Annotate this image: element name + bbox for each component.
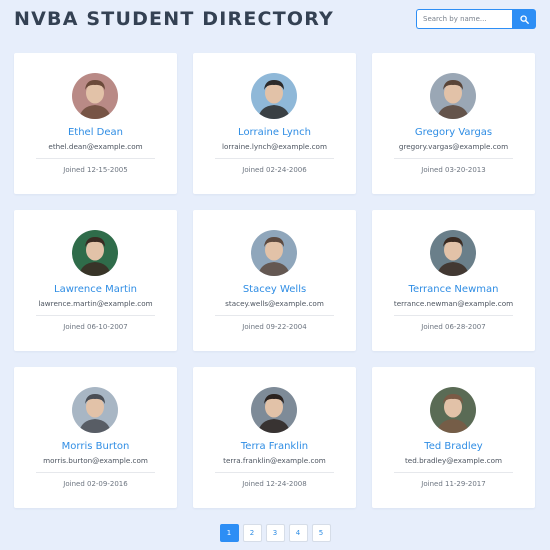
page-button-1[interactable]: 1 bbox=[219, 524, 239, 542]
student-card[interactable]: Morris Burton morris.burton@example.com Jo… bbox=[14, 367, 177, 508]
search-button[interactable] bbox=[512, 9, 536, 29]
divider bbox=[36, 158, 155, 159]
divider bbox=[394, 315, 513, 316]
student-joined-date: Joined 09-22-2004 bbox=[242, 323, 307, 331]
student-email: lorraine.lynch@example.com bbox=[222, 142, 327, 151]
student-grid: Ethel Dean ethel.dean@example.com Joined 1… bbox=[14, 53, 536, 508]
student-email: ethel.dean@example.com bbox=[48, 142, 143, 151]
student-joined-date: Joined 12-24-2008 bbox=[242, 480, 307, 488]
student-email: morris.burton@example.com bbox=[43, 456, 148, 465]
student-card[interactable]: Stacey Wells stacey.wells@example.com Join… bbox=[193, 210, 356, 351]
pagination: 12345 bbox=[0, 524, 550, 542]
student-card[interactable]: Terrance Newman terrance.newman@example.c… bbox=[372, 210, 535, 351]
avatar bbox=[251, 73, 297, 119]
student-card[interactable]: Ted Bradley ted.bradley@example.com Joined… bbox=[372, 367, 535, 508]
avatar bbox=[430, 230, 476, 276]
student-joined-date: Joined 11-29-2017 bbox=[421, 480, 486, 488]
search-icon bbox=[519, 14, 529, 24]
page-title: NVBA STUDENT DIRECTORY bbox=[14, 8, 334, 30]
avatar bbox=[72, 387, 118, 433]
student-name[interactable]: Morris Burton bbox=[14, 441, 177, 452]
avatar bbox=[72, 230, 118, 276]
avatar bbox=[430, 73, 476, 119]
page-button-4[interactable]: 4 bbox=[288, 524, 308, 542]
student-joined-date: Joined 06-28-2007 bbox=[421, 323, 486, 331]
student-name[interactable]: Lawrence Martin bbox=[14, 284, 177, 295]
student-email: terra.franklin@example.com bbox=[223, 456, 326, 465]
student-email: ted.bradley@example.com bbox=[404, 456, 502, 465]
student-name[interactable]: Gregory Vargas bbox=[372, 127, 535, 138]
avatar bbox=[430, 387, 476, 433]
student-email: lawrence.martin@example.com bbox=[38, 299, 153, 308]
student-name[interactable]: Stacey Wells bbox=[193, 284, 356, 295]
avatar bbox=[251, 230, 297, 276]
divider bbox=[394, 472, 513, 473]
divider bbox=[394, 158, 513, 159]
student-joined-date: Joined 02-09-2016 bbox=[63, 480, 128, 488]
student-name[interactable]: Ted Bradley bbox=[372, 441, 535, 452]
search-input[interactable] bbox=[416, 9, 512, 29]
student-email: stacey.wells@example.com bbox=[225, 299, 324, 308]
student-joined-date: Joined 03-20-2013 bbox=[421, 166, 486, 174]
student-name[interactable]: Lorraine Lynch bbox=[193, 127, 356, 138]
divider bbox=[36, 315, 155, 316]
page-button-5[interactable]: 5 bbox=[311, 524, 331, 542]
student-card[interactable]: Terra Franklin terra.franklin@example.com… bbox=[193, 367, 356, 508]
avatar bbox=[251, 387, 297, 433]
student-name[interactable]: Ethel Dean bbox=[14, 127, 177, 138]
student-card[interactable]: Ethel Dean ethel.dean@example.com Joined 1… bbox=[14, 53, 177, 194]
search-bar bbox=[416, 9, 536, 29]
student-card[interactable]: Lawrence Martin lawrence.martin@example.c… bbox=[14, 210, 177, 351]
page-button-2[interactable]: 2 bbox=[242, 524, 262, 542]
student-email: gregory.vargas@example.com bbox=[398, 142, 509, 151]
student-email: terrance.newman@example.com bbox=[393, 299, 514, 308]
student-name[interactable]: Terra Franklin bbox=[193, 441, 356, 452]
avatar bbox=[72, 73, 118, 119]
student-name[interactable]: Terrance Newman bbox=[372, 284, 535, 295]
student-card[interactable]: Lorraine Lynch lorraine.lynch@example.com… bbox=[193, 53, 356, 194]
divider bbox=[215, 472, 334, 473]
divider bbox=[215, 158, 334, 159]
divider bbox=[215, 315, 334, 316]
page-button-3[interactable]: 3 bbox=[265, 524, 285, 542]
student-card[interactable]: Gregory Vargas gregory.vargas@example.com… bbox=[372, 53, 535, 194]
student-joined-date: Joined 12-15-2005 bbox=[63, 166, 128, 174]
student-joined-date: Joined 06-10-2007 bbox=[63, 323, 128, 331]
divider bbox=[36, 472, 155, 473]
page-header: NVBA STUDENT DIRECTORY bbox=[14, 6, 536, 34]
student-joined-date: Joined 02-24-2006 bbox=[242, 166, 307, 174]
